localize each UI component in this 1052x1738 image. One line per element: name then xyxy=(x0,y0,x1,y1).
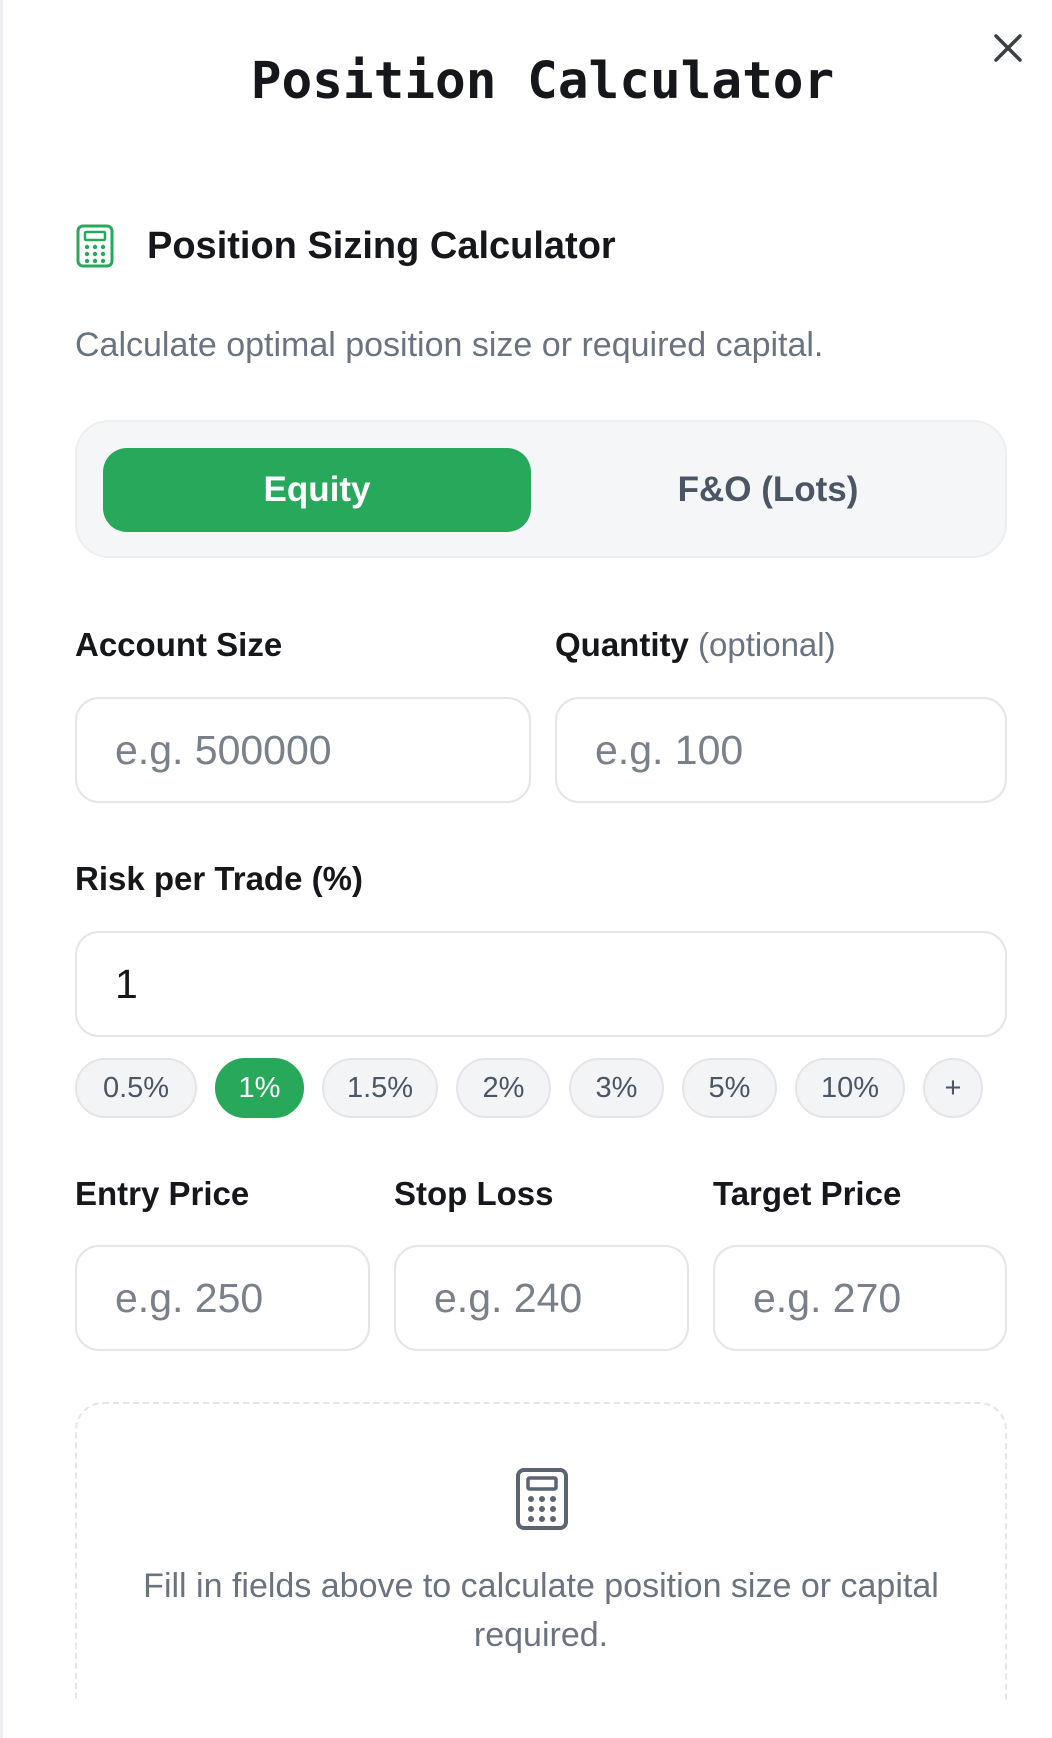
risk-preset-5[interactable]: 5% xyxy=(682,1058,777,1118)
risk-preset-0-5[interactable]: 0.5% xyxy=(75,1058,197,1118)
calculator-icon xyxy=(75,223,115,269)
risk-preset-1-5[interactable]: 1.5% xyxy=(322,1058,438,1118)
entry-price-field xyxy=(75,1245,370,1351)
quantity-label: Quantity (optional) xyxy=(555,626,836,664)
section-title: Position Sizing Calculator xyxy=(147,224,616,267)
risk-preset-add-button[interactable]: + xyxy=(923,1058,983,1118)
quantity-optional-hint: (optional) xyxy=(698,626,836,663)
account-size-field xyxy=(75,697,531,803)
target-price-input[interactable] xyxy=(753,1274,1005,1322)
quantity-field xyxy=(555,697,1007,803)
calculator-icon xyxy=(514,1466,570,1532)
target-price-label: Target Price xyxy=(713,1175,902,1212)
account-size-input[interactable] xyxy=(115,726,529,774)
risk-per-trade-label: Risk per Trade (%) xyxy=(75,860,363,897)
risk-preset-1[interactable]: 1% xyxy=(215,1058,304,1118)
account-size-label-text: Account Size xyxy=(75,626,283,663)
entry-price-input[interactable] xyxy=(115,1274,368,1322)
mode-toggle: Equity F&O (Lots) xyxy=(75,420,1007,558)
quantity-label-text: Quantity xyxy=(555,626,689,663)
risk-per-trade-input[interactable] xyxy=(115,960,1005,1008)
mode-equity-button[interactable]: Equity xyxy=(103,448,531,532)
result-empty-message: Fill in fields above to calculate positi… xyxy=(143,1567,939,1654)
mode-fno-button[interactable]: F&O (Lots) xyxy=(554,448,982,532)
stop-loss-field xyxy=(394,1245,689,1351)
section-header: Position Sizing Calculator xyxy=(75,220,616,272)
account-size-label: Account Size xyxy=(75,626,282,664)
stop-loss-input[interactable] xyxy=(434,1274,687,1322)
dialog-title: Position Calculator xyxy=(250,52,835,111)
risk-preset-2[interactable]: 2% xyxy=(456,1058,551,1118)
target-price-field xyxy=(713,1245,1007,1351)
stop-loss-label: Stop Loss xyxy=(394,1175,554,1212)
dialog-left-edge xyxy=(0,0,3,1738)
risk-preset-10[interactable]: 10% xyxy=(795,1058,905,1118)
section-subtitle: Calculate optimal position size or requi… xyxy=(75,326,824,364)
risk-per-trade-field xyxy=(75,931,1007,1037)
risk-preset-3[interactable]: 3% xyxy=(569,1058,664,1118)
entry-price-label: Entry Price xyxy=(75,1175,250,1212)
quantity-input[interactable] xyxy=(595,726,1005,774)
